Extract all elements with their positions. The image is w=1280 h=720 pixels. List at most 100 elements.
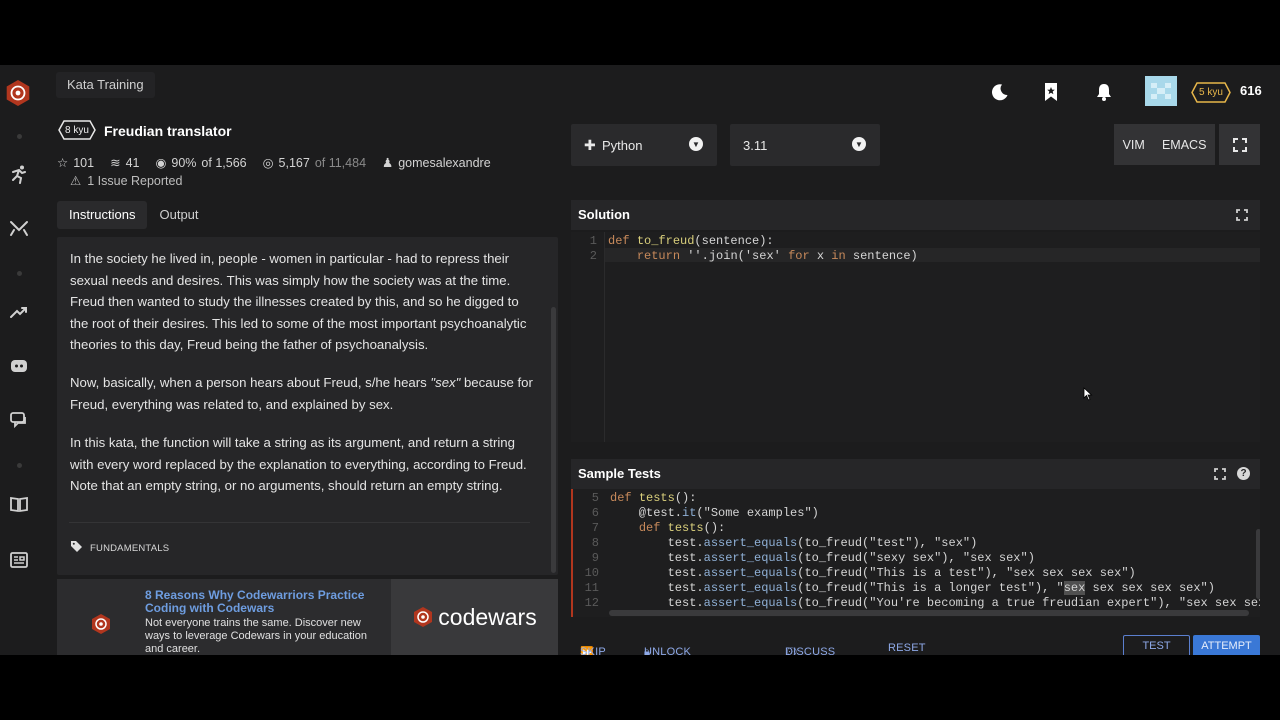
ad-title[interactable]: 8 Reasons Why Codewarriors Practice Codi… — [145, 589, 365, 615]
author-stat[interactable]: ♟ gomesalexandre — [382, 155, 491, 171]
skip-label: SKIP — [580, 646, 606, 655]
instruction-tabs: Instructions Output — [57, 201, 211, 229]
instructions-paragraph: In this kata, the function will take a s… — [70, 435, 527, 494]
blog-news-icon[interactable] — [8, 549, 30, 571]
completed-stat: ◎ 5,167 of 11,484 — [263, 155, 366, 171]
chevron-down-icon: ▼ — [852, 137, 866, 151]
sample-tests-title: Sample Tests — [578, 466, 661, 481]
emacs-mode-button[interactable]: EMACS — [1162, 138, 1206, 152]
code-line: test.assert_equals(to_freud("You're beco… — [610, 596, 1260, 610]
expand-icon[interactable] — [1235, 208, 1249, 222]
user-rank-label: 5 kyu — [1199, 87, 1223, 98]
expand-icon — [1232, 137, 1247, 152]
chevron-down-icon: ▼ — [689, 137, 703, 151]
star-icon: ☆ — [57, 156, 69, 170]
line-number: 10 — [584, 566, 599, 580]
solution-editor[interactable]: 1 2 def to_freud(sentence): return ''.jo… — [571, 232, 1260, 442]
kumite-icon[interactable] — [8, 217, 30, 239]
codewars-logo-icon — [90, 613, 112, 635]
discussions-icon[interactable] — [8, 409, 30, 431]
bookmark-icon[interactable] — [1040, 81, 1062, 103]
code-line: @test.it("Some examples") — [610, 506, 819, 520]
code-line: test.assert_equals(to_freud("sexy sex"),… — [610, 551, 1035, 565]
divider — [69, 522, 530, 523]
expand-icon[interactable] — [1213, 467, 1227, 481]
docs-book-icon[interactable] — [8, 493, 30, 515]
discuss-label: DISCUSS (28) — [785, 646, 836, 655]
code-line: def tests(): — [638, 521, 726, 535]
sample-tests-editor[interactable]: 5 6 7 8 9 10 11 12 def tests(): @test.it… — [571, 489, 1260, 617]
dark-mode-moon-icon[interactable] — [989, 81, 1011, 103]
ad-text: Not everyone trains the same. Discover n… — [145, 617, 367, 655]
issues-label: 1 Issue Reported — [87, 173, 183, 188]
language-select[interactable]: ✚ Python ▼ — [571, 124, 717, 166]
unlock-label: UNLOCK SOLUTIONS — [644, 646, 692, 655]
left-rail — [0, 65, 38, 655]
reset-button[interactable]: RESET — [888, 642, 926, 654]
instructions-paragraph: In the society he lived in, people - wom… — [70, 251, 527, 353]
codewars-logo-icon — [414, 607, 433, 627]
rail-separator — [17, 463, 22, 468]
collections-stack-icon: ≋ — [110, 156, 121, 170]
line-number: 11 — [584, 581, 599, 595]
horizontal-scrollbar[interactable] — [609, 610, 1249, 616]
ad-banner[interactable]: 8 Reasons Why Codewarriors Practice Codi… — [57, 579, 558, 655]
stars-stat[interactable]: ☆ 101 — [57, 155, 94, 171]
warning-icon: ⚠ — [70, 174, 82, 188]
version-value: 3.11 — [743, 138, 768, 153]
line-number: 2 — [589, 249, 597, 263]
code-line: test.assert_equals(to_freud("test"), "se… — [610, 536, 978, 550]
fullscreen-button[interactable] — [1219, 124, 1260, 165]
breadcrumb[interactable]: Kata Training — [56, 72, 155, 98]
tab-output[interactable]: Output — [147, 201, 210, 229]
brand-wordmark: codewars — [438, 603, 537, 630]
user-icon: ♟ — [382, 156, 394, 170]
vertical-scrollbar[interactable] — [1256, 529, 1260, 599]
user-avatar[interactable] — [1145, 76, 1177, 106]
collections-count: 41 — [125, 155, 140, 170]
version-select[interactable]: 3.11 ▼ — [730, 124, 880, 166]
help-icon[interactable]: ? — [1237, 467, 1250, 480]
author-name: gomesalexandre — [398, 155, 491, 170]
test-button[interactable]: TEST — [1123, 635, 1190, 655]
code-line: def to_freud(sentence): — [608, 234, 774, 248]
collections-stat[interactable]: ≋ 41 — [110, 155, 140, 171]
line-number: 8 — [591, 536, 599, 550]
practice-icon[interactable] — [8, 163, 30, 185]
paragraph-text: Now, basically, when a person hears abou… — [70, 375, 431, 390]
tag-label: FUNDAMENTALS — [90, 542, 170, 554]
vim-mode-button[interactable]: VIM — [1123, 138, 1145, 152]
instructions-paragraph: Now, basically, when a person hears abou… — [70, 372, 540, 415]
satisfaction-stat: ◉ 90% of 1,566 — [155, 155, 246, 171]
attempt-button[interactable]: ATTEMPT — [1193, 635, 1260, 655]
code-line: test.assert_equals(to_freud("This is a l… — [610, 581, 1215, 595]
rail-separator — [17, 271, 22, 276]
notifications-bell-icon[interactable] — [1093, 81, 1115, 103]
editor-modes: VIM EMACS — [1114, 124, 1215, 165]
kata-kyu-label: 8 kyu — [65, 124, 89, 136]
instructions-scrollbar[interactable] — [551, 307, 556, 573]
emphasis-text: "sex" — [430, 375, 461, 390]
line-number: 9 — [591, 551, 599, 565]
tag-icon — [71, 541, 82, 555]
code-line: def tests(): — [610, 491, 697, 505]
solution-title: Solution — [578, 207, 630, 222]
line-number: 6 — [591, 506, 599, 520]
app-window: Kata Training 5 kyu 616 8 kyu Freudian t… — [0, 65, 1280, 655]
sample-tests-header: Sample Tests ? — [571, 459, 1260, 489]
kata-tag[interactable]: FUNDAMENTALS — [71, 541, 169, 555]
line-number: 1 — [589, 234, 597, 248]
codewars-logo-icon[interactable] — [4, 79, 32, 107]
user-honor: 616 — [1240, 83, 1262, 98]
issues-reported[interactable]: ⚠ 1 Issue Reported — [70, 173, 183, 189]
kata-kyu-badge: 8 kyu — [58, 120, 96, 140]
solution-header: Solution — [571, 200, 1260, 230]
kata-stats: ☆ 101 ≋ 41 ◉ 90% of 1,566 ◎ 5,167 of 11,484 ♟ g… — [57, 155, 491, 171]
completed-value: 5,167 — [278, 155, 310, 170]
code-line: test.assert_equals(to_freud("This is a t… — [610, 566, 1136, 580]
discord-icon[interactable] — [8, 355, 30, 377]
leaderboard-trend-icon[interactable] — [8, 301, 30, 323]
tab-instructions[interactable]: Instructions — [57, 201, 148, 229]
eye-icon: ◉ — [155, 156, 167, 170]
python-icon: ✚ — [584, 137, 596, 153]
